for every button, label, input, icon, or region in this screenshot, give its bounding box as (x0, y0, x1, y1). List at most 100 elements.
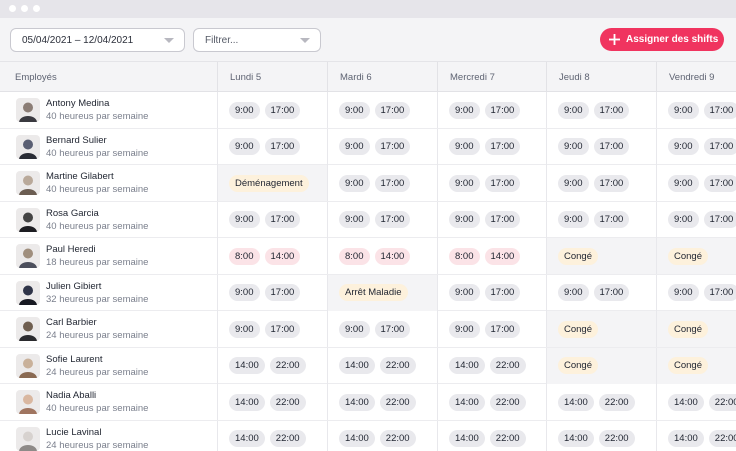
shift-start-badge[interactable]: 14:00 (449, 357, 485, 374)
shift-start-badge[interactable]: 9:00 (339, 101, 370, 119)
day-cell[interactable]: 14:00 22:00 (437, 420, 546, 451)
shift-end-badge[interactable]: 14:00 (374, 247, 411, 265)
shift-end-badge[interactable]: 17:00 (703, 211, 736, 228)
shift-end-badge[interactable]: 17:00 (484, 320, 521, 338)
employee-cell[interactable]: Bernard Sulier 40 heureus par semaine (0, 129, 217, 165)
day-cell[interactable]: 14:00 22:00 (327, 347, 437, 384)
day-cell[interactable]: Déménagement (217, 165, 327, 201)
day-cell[interactable]: 8:00 14:00 (327, 238, 437, 274)
shift-end-badge[interactable]: 17:00 (264, 101, 301, 119)
day-cell[interactable]: 14:00 22:00 (217, 347, 327, 384)
absence-badge[interactable]: Congé (668, 320, 708, 338)
shift-start-badge[interactable]: 9:00 (449, 320, 480, 338)
shift-start-badge[interactable]: 9:00 (229, 101, 260, 119)
window-close-dot[interactable] (9, 5, 16, 12)
day-cell[interactable]: 9:00 17:00 (656, 165, 736, 201)
day-cell[interactable]: 14:00 22:00 (546, 384, 656, 420)
shift-start-badge[interactable]: 9:00 (558, 284, 589, 301)
column-header-day[interactable]: Jeudi 8 (546, 62, 656, 92)
day-cell[interactable]: 9:00 17:00 (217, 128, 327, 165)
day-cell[interactable]: 9:00 17:00 (217, 274, 327, 311)
day-cell[interactable]: Congé (656, 311, 736, 347)
shift-start-badge[interactable]: 9:00 (558, 101, 589, 119)
shift-end-badge[interactable]: 17:00 (703, 101, 736, 119)
day-cell[interactable]: Congé (656, 238, 736, 274)
shift-start-badge[interactable]: 14:00 (449, 393, 485, 411)
day-cell[interactable]: 9:00 17:00 (546, 165, 656, 201)
absence-badge[interactable]: Congé (668, 247, 708, 265)
day-cell[interactable]: 8:00 14:00 (437, 238, 546, 274)
shift-start-badge[interactable]: 9:00 (229, 284, 260, 301)
shift-start-badge[interactable]: 14:00 (229, 430, 265, 447)
shift-start-badge[interactable]: 8:00 (449, 247, 480, 265)
shift-start-badge[interactable]: 9:00 (449, 284, 480, 301)
day-cell[interactable]: 8:00 14:00 (217, 238, 327, 274)
day-cell[interactable]: 9:00 17:00 (437, 274, 546, 311)
shift-end-badge[interactable]: 17:00 (703, 138, 736, 155)
shift-end-badge[interactable]: 17:00 (374, 211, 411, 228)
shift-end-badge[interactable]: 17:00 (264, 211, 301, 228)
shift-end-badge[interactable]: 17:00 (593, 101, 630, 119)
day-cell[interactable]: 9:00 17:00 (217, 92, 327, 128)
shift-end-badge[interactable]: 17:00 (374, 101, 411, 119)
shift-start-badge[interactable]: 9:00 (339, 174, 370, 192)
absence-badge[interactable]: Congé (558, 247, 598, 265)
filter-select[interactable]: Filtrer... (193, 28, 321, 52)
shift-end-badge[interactable]: 22:00 (708, 393, 736, 411)
shift-start-badge[interactable]: 14:00 (339, 430, 375, 447)
shift-end-badge[interactable]: 17:00 (264, 320, 301, 338)
absence-badge[interactable]: Congé (668, 357, 708, 374)
shift-end-badge[interactable]: 17:00 (484, 284, 521, 301)
shift-end-badge[interactable]: 17:00 (484, 211, 521, 228)
window-maximize-dot[interactable] (33, 5, 40, 12)
shift-end-badge[interactable]: 22:00 (598, 430, 635, 447)
shift-start-badge[interactable]: 14:00 (229, 393, 265, 411)
shift-start-badge[interactable]: 9:00 (558, 211, 589, 228)
shift-start-badge[interactable]: 9:00 (229, 138, 260, 155)
day-cell[interactable]: 9:00 17:00 (656, 128, 736, 165)
day-cell[interactable]: 14:00 22:00 (437, 347, 546, 384)
day-cell[interactable]: 9:00 17:00 (656, 201, 736, 238)
column-header-day[interactable]: Vendredi 9 (656, 62, 736, 92)
shift-start-badge[interactable]: 9:00 (449, 174, 480, 192)
day-cell[interactable]: 9:00 17:00 (546, 274, 656, 311)
shift-start-badge[interactable]: 8:00 (229, 247, 260, 265)
shift-end-badge[interactable]: 22:00 (269, 393, 306, 411)
day-cell[interactable]: Arrêt Maladie (327, 274, 437, 311)
employee-cell[interactable]: Paul Heredi 18 heureus par semaine (0, 238, 217, 274)
day-cell[interactable]: 9:00 17:00 (327, 128, 437, 165)
shift-start-badge[interactable]: 9:00 (668, 138, 699, 155)
employee-cell[interactable]: Nadia Aballi 40 heureus par semaine (0, 384, 217, 420)
day-cell[interactable]: 9:00 17:00 (656, 92, 736, 128)
day-cell[interactable]: 9:00 17:00 (437, 201, 546, 238)
day-cell[interactable]: 14:00 22:00 (437, 384, 546, 420)
employee-cell[interactable]: Lucie Lavinal 24 heureus par semaine (0, 421, 217, 451)
shift-end-badge[interactable]: 17:00 (264, 138, 301, 155)
shift-end-badge[interactable]: 14:00 (264, 247, 301, 265)
day-cell[interactable]: 9:00 17:00 (217, 201, 327, 238)
shift-start-badge[interactable]: 9:00 (449, 211, 480, 228)
absence-badge[interactable]: Congé (558, 357, 598, 374)
shift-start-badge[interactable]: 8:00 (339, 247, 370, 265)
shift-end-badge[interactable]: 17:00 (374, 174, 411, 192)
employee-cell[interactable]: Martine Gilabert 40 heureus par semaine (0, 165, 217, 201)
shift-end-badge[interactable]: 17:00 (484, 101, 521, 119)
shift-start-badge[interactable]: 9:00 (668, 284, 699, 301)
column-header-day[interactable]: Lundi 5 (217, 62, 327, 92)
shift-end-badge[interactable]: 17:00 (374, 320, 411, 338)
day-cell[interactable]: 14:00 22:00 (656, 420, 736, 451)
shift-start-badge[interactable]: 9:00 (339, 138, 370, 155)
day-cell[interactable]: 9:00 17:00 (437, 165, 546, 201)
date-range-select[interactable]: 05/04/2021 – 12/04/2021 (10, 28, 185, 52)
shift-end-badge[interactable]: 22:00 (598, 393, 635, 411)
shift-start-badge[interactable]: 9:00 (449, 101, 480, 119)
shift-start-badge[interactable]: 9:00 (558, 138, 589, 155)
day-cell[interactable]: Congé (656, 347, 736, 384)
absence-badge[interactable]: Congé (558, 320, 598, 338)
day-cell[interactable]: 14:00 22:00 (327, 420, 437, 451)
day-cell[interactable]: 14:00 22:00 (217, 384, 327, 420)
day-cell[interactable]: 9:00 17:00 (656, 274, 736, 311)
shift-start-badge[interactable]: 14:00 (449, 430, 485, 447)
shift-start-badge[interactable]: 9:00 (229, 320, 260, 338)
shift-end-badge[interactable]: 17:00 (593, 138, 630, 155)
